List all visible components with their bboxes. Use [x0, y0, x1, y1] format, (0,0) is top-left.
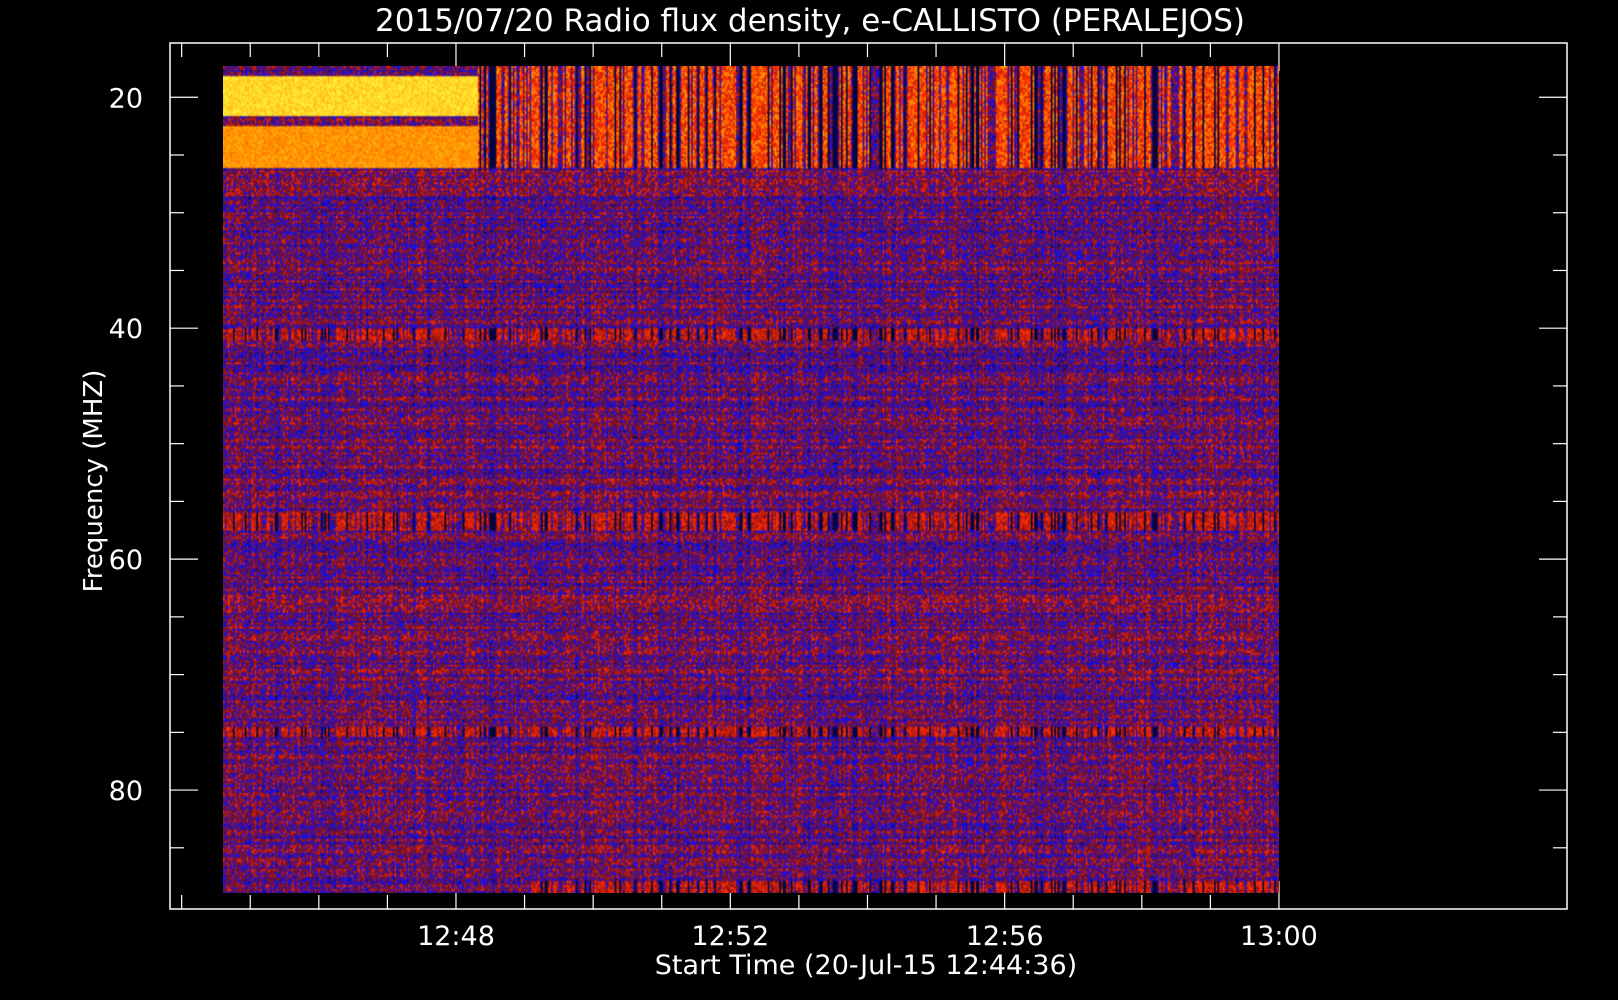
x-tick-label: 12:56 [966, 921, 1044, 952]
x-tick-label: 12:52 [691, 921, 769, 952]
y-tick-label: 40 [109, 314, 143, 345]
x-tick-label: 12:48 [417, 921, 495, 952]
x-axis-label: Start Time (20-Jul-15 12:44:36) [655, 950, 1077, 981]
y-tick-label: 60 [109, 545, 143, 576]
y-axis-label: Frequency (MHZ) [79, 370, 109, 593]
y-tick-label: 20 [109, 83, 143, 114]
y-tick-labels: 20 40 60 80 [109, 83, 143, 807]
y-tick-label: 80 [109, 776, 143, 807]
spectrogram-heatmap [222, 66, 1279, 893]
x-tick-label: 13:00 [1240, 921, 1318, 952]
x-tick-labels: 12:48 12:52 12:56 13:00 [417, 921, 1318, 952]
chart-title: 2015/07/20 Radio flux density, e-CALLIST… [375, 3, 1245, 39]
